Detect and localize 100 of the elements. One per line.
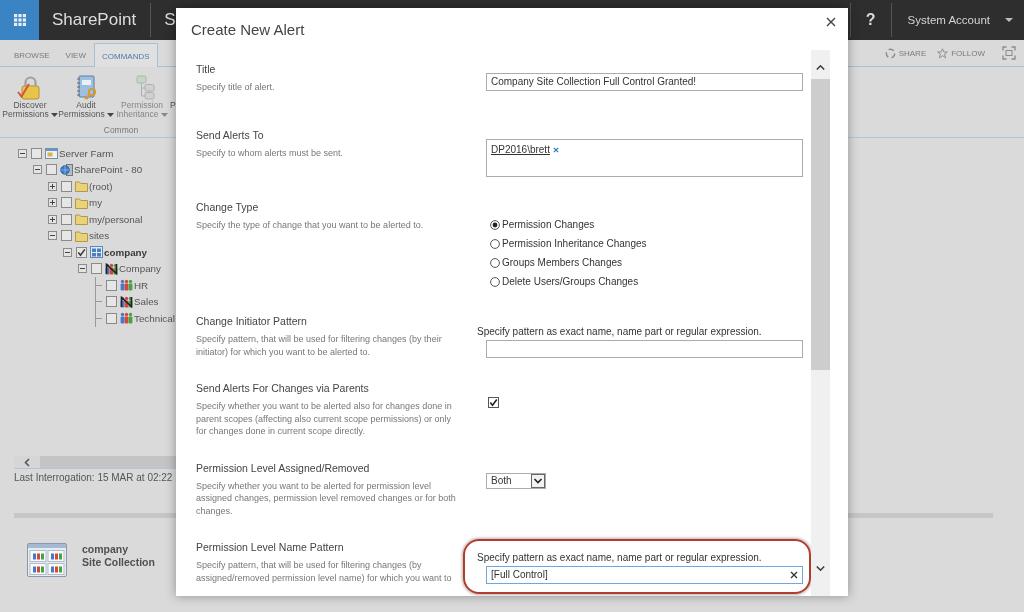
server-globe-icon	[60, 163, 73, 176]
people-n-icon	[105, 262, 118, 275]
field-description: Specify the type of change that you want to be alerted to.	[196, 219, 425, 232]
folder-icon	[75, 229, 88, 242]
folder-icon	[75, 196, 88, 209]
pattern-hint: Specify pattern as exact name, name part or regular expression.	[477, 325, 762, 338]
ribbon-tab[interactable]: BROWSE	[6, 43, 58, 66]
field-description: Specify pattern, that will be used for filtering changes (by their initiator) for which you want to be alerted to.	[196, 333, 443, 358]
close-icon[interactable]	[826, 17, 836, 27]
radio-button[interactable]	[490, 238, 500, 249]
field-label: Send Alerts For Changes via Parents	[196, 382, 370, 395]
field-description: Specify whether you want to be alerted also for changes done in parent scopes (affecting also current scope permissions) or only for changes done in current scope directly.	[196, 400, 453, 438]
people-icon	[120, 279, 133, 292]
app-title[interactable]: SharePoint	[52, 10, 137, 30]
field-label: Title	[196, 63, 217, 76]
tree-item[interactable]: sites	[89, 229, 110, 243]
radio-button[interactable]	[490, 219, 500, 230]
checkbox[interactable]	[61, 213, 72, 225]
tree-item[interactable]: Company	[119, 262, 161, 276]
tree-item[interactable]: HR	[134, 278, 149, 292]
checkbox[interactable]	[91, 263, 102, 275]
pattern-input[interactable]: [Full Control]	[486, 566, 803, 584]
chevron-left-icon[interactable]	[24, 457, 30, 467]
scrollbar-thumb[interactable]	[811, 79, 830, 370]
radio-label[interactable]: Groups Members Changes	[502, 257, 623, 268]
checkbox[interactable]	[61, 230, 72, 242]
grid-icon	[13, 14, 26, 26]
folder-icon	[75, 180, 88, 193]
radio-button[interactable]	[490, 257, 500, 268]
people-icon	[120, 312, 133, 325]
checkbox[interactable]	[46, 164, 57, 176]
dialog-title: Create New Alert	[191, 21, 305, 39]
folder-icon	[75, 213, 88, 226]
field-description: Specify to whom alerts must be sent.	[196, 147, 345, 160]
help-button[interactable]: ?	[850, 0, 891, 40]
user-menu-button[interactable]: System Account	[891, 0, 1024, 40]
caret-icon	[1005, 18, 1013, 22]
tree-item[interactable]: (root)	[89, 179, 113, 193]
ribbon-button[interactable]: Audit Permissions	[58, 75, 114, 119]
clear-icon[interactable]	[790, 571, 798, 579]
scrollbar-thumb[interactable]	[40, 456, 176, 468]
remove-icon[interactable]	[552, 147, 559, 153]
minus-box-icon[interactable]	[78, 264, 87, 274]
ribbon-button[interactable]: Discover Permissions	[2, 75, 58, 119]
tree-item[interactable]: my	[89, 196, 103, 210]
vertical-scrollbar[interactable]	[811, 50, 830, 596]
window-grid-icon	[27, 543, 67, 577]
share-button[interactable]: SHARE	[884, 47, 927, 59]
site-collection-name[interactable]: company	[82, 543, 155, 556]
follow-button[interactable]: FOLLOW	[937, 47, 985, 59]
ribbon-tab[interactable]: VIEW	[57, 43, 94, 66]
ribbon-button[interactable]: P	[170, 75, 176, 110]
tree-item[interactable]: company	[104, 245, 147, 259]
checkbox[interactable]	[488, 397, 499, 408]
people-picker-field[interactable]: DP2016\brett	[486, 139, 803, 177]
title-input[interactable]: Company Site Collection Full Control Granted!	[486, 73, 803, 91]
plus-box-icon[interactable]	[48, 214, 57, 224]
field-description: Specify pattern, that will be used for filtering changes (by assigned/removed permission level name) for which you want to	[196, 559, 453, 584]
chevron-down-icon[interactable]	[816, 565, 825, 571]
plus-box-icon[interactable]	[48, 198, 57, 208]
plus-box-icon[interactable]	[48, 181, 57, 191]
ribbon-tab[interactable]: COMMANDS	[94, 43, 158, 67]
person-link[interactable]: DP2016\brett	[491, 143, 550, 157]
horizontal-scrollbar[interactable]	[14, 456, 176, 469]
radio-label[interactable]: Delete Users/Groups Changes	[502, 276, 639, 287]
star-icon	[937, 47, 949, 59]
radio-button[interactable]	[490, 276, 500, 287]
checkbox[interactable]	[106, 279, 117, 291]
field-label: Permission Level Name Pattern	[196, 541, 345, 554]
site-title[interactable]: S	[164, 10, 176, 30]
tree-item[interactable]: my/personal	[89, 212, 143, 226]
minus-box-icon[interactable]	[18, 148, 27, 158]
select-field[interactable]: Both	[486, 472, 546, 489]
minus-box-icon[interactable]	[48, 231, 57, 241]
field-description: Specify title of alert.	[196, 81, 276, 94]
minus-box-icon[interactable]	[33, 165, 42, 175]
minus-box-icon[interactable]	[63, 247, 72, 257]
checkbox[interactable]	[61, 197, 72, 209]
radio-label[interactable]: Permission Changes	[502, 219, 595, 230]
tree-item[interactable]: SharePoint - 80	[74, 163, 143, 177]
last-interrogation-text: Last Interrogation: 15 MAR at 02:22	[14, 471, 173, 484]
grid-window-icon	[90, 246, 103, 259]
checkbox[interactable]	[76, 246, 87, 258]
field-label: Change Type	[196, 201, 260, 214]
checkbox[interactable]	[31, 147, 42, 159]
people-n-icon	[120, 295, 133, 308]
checkbox[interactable]	[106, 296, 117, 308]
field-label: Change Initiator Pattern	[196, 315, 308, 328]
tree-item[interactable]: Sales	[134, 295, 159, 309]
radio-label[interactable]: Permission Inheritance Changes	[502, 238, 647, 249]
pattern-hint: Specify pattern as exact name, name part or regular expression.	[477, 551, 762, 564]
checkbox[interactable]	[61, 180, 72, 192]
share-icon	[884, 47, 896, 59]
checkbox[interactable]	[106, 312, 117, 324]
window-icon	[45, 147, 58, 160]
chevron-up-icon[interactable]	[816, 64, 825, 70]
pattern-input[interactable]	[486, 340, 803, 358]
tree-item[interactable]: Server Farm	[59, 146, 114, 160]
tree-item[interactable]: Technical	[134, 311, 175, 325]
app-launcher-button[interactable]	[0, 0, 39, 40]
